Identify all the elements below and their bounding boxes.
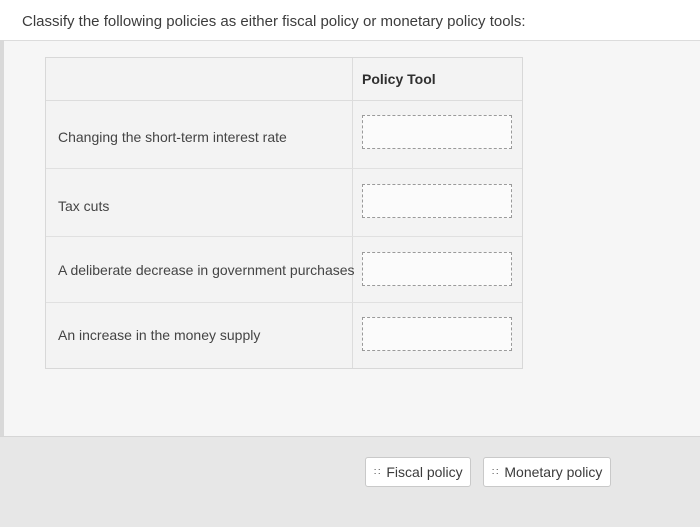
chip-label: Fiscal policy [386, 464, 463, 480]
drop-target-3[interactable] [362, 252, 512, 286]
drop-target-2[interactable] [362, 184, 512, 218]
grip-dots-icon: ∷ [492, 466, 498, 478]
table-header-row: Policy Tool [46, 58, 522, 101]
answer-bank: ∷ Fiscal policy ∷ Monetary policy [0, 436, 700, 527]
row-label: A deliberate decrease in government purc… [58, 262, 355, 278]
table-row: Tax cuts [46, 169, 522, 237]
drop-target-1[interactable] [362, 115, 512, 149]
drop-target-4[interactable] [362, 317, 512, 351]
row-label: Changing the short-term interest rate [58, 129, 287, 145]
question-card: Classify the following policies as eithe… [0, 0, 700, 41]
row-label: Tax cuts [58, 198, 110, 214]
grip-dots-icon: ∷ [374, 466, 380, 478]
chip-label: Monetary policy [504, 464, 603, 480]
table-row: An increase in the money supply [46, 303, 522, 367]
table-row: A deliberate decrease in government purc… [46, 237, 522, 303]
row-label: An increase in the money supply [58, 327, 261, 343]
policy-tool-header: Policy Tool [362, 71, 436, 87]
monetary-policy-chip[interactable]: ∷ Monetary policy [483, 457, 611, 487]
table-row: Changing the short-term interest rate [46, 101, 522, 169]
fiscal-policy-chip[interactable]: ∷ Fiscal policy [365, 457, 471, 487]
question-prompt: Classify the following policies as eithe… [22, 13, 526, 30]
classification-table: Policy Tool Changing the short-term inte… [45, 57, 523, 369]
